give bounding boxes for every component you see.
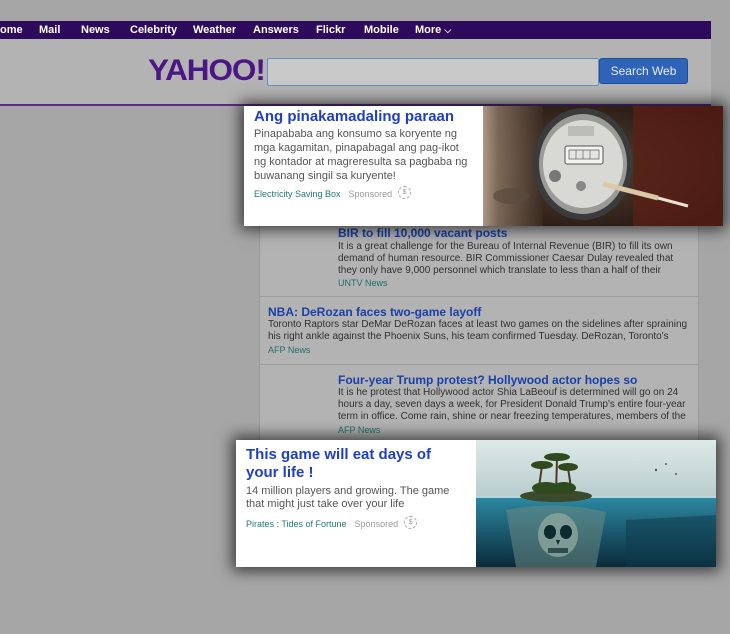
nav-item-mail[interactable]: Mail xyxy=(39,24,60,36)
news-feed: BIR to fill 10,000 vacant posts It is a … xyxy=(259,200,699,446)
nav-item-weather[interactable]: Weather xyxy=(193,24,236,36)
electric-meter-image xyxy=(483,106,723,226)
feed-item-body: It is he protest that Hollywood actor Sh… xyxy=(338,387,686,422)
feed-item-title[interactable]: BIR to fill 10,000 vacant posts xyxy=(338,226,507,240)
ad-title[interactable]: Ang pinakamadaling paraan xyxy=(254,108,454,125)
sponsored-info-icon[interactable]: $ xyxy=(404,516,418,530)
ad-source[interactable]: Electricity Saving Box xyxy=(254,189,341,199)
sponsored-info-icon[interactable]: $ xyxy=(398,186,412,200)
sponsored-ad[interactable]: This game will eat days of your life ! 1… xyxy=(236,440,716,567)
skull-icon xyxy=(538,513,578,557)
nav-item-celebrity[interactable]: Celebrity xyxy=(130,24,177,36)
nav-item-home[interactable]: ome xyxy=(0,24,23,36)
feed-item-body: It is a great challenge for the Bureau o… xyxy=(338,241,674,276)
feed-item-source[interactable]: AFP News xyxy=(268,345,310,355)
nav-item-flickr[interactable]: Flickr xyxy=(316,24,345,36)
ad-description: 14 million players and growing. The game… xyxy=(246,485,450,510)
feed-item-source[interactable]: UNTV News xyxy=(338,278,388,288)
yahoo-logo[interactable]: YAHOO! xyxy=(148,54,266,88)
nav-item-more[interactable]: More ⌵ xyxy=(415,24,451,36)
sponsored-ad[interactable]: Ang pinakamadaling paraan Pinapababa ang… xyxy=(244,106,723,226)
pirate-island-skull-image xyxy=(476,440,716,567)
feed-item-body: Toronto Raptors star DeMar DeRozan faces… xyxy=(268,319,688,342)
ad-source[interactable]: Pirates : Tides of Fortune xyxy=(246,519,347,529)
sponsored-label: Sponsored xyxy=(348,189,393,199)
feed-item[interactable]: Four-year Trump protest? Hollywood actor… xyxy=(260,365,698,445)
feed-item-title[interactable]: NBA: DeRozan faces two-game layoff xyxy=(268,305,481,319)
ad-meta: Electricity Saving Box Sponsored $ xyxy=(254,184,412,202)
feed-item-source[interactable]: AFP News xyxy=(338,425,380,435)
nav-more-label: More xyxy=(415,24,442,36)
feed-item-title[interactable]: Four-year Trump protest? Hollywood actor… xyxy=(338,373,637,387)
ad-image-electric-meter[interactable] xyxy=(483,106,723,226)
chevron-down-icon: ⌵ xyxy=(444,25,452,35)
feed-item[interactable]: NBA: DeRozan faces two-game layoff Toron… xyxy=(260,297,698,363)
nav-item-answers[interactable]: Answers xyxy=(253,24,299,36)
nav-item-news[interactable]: News xyxy=(81,24,110,36)
ad-description: Pinapababa ang konsumo sa koryente ng mg… xyxy=(254,128,468,182)
ad-title[interactable]: This game will eat days of your life ! xyxy=(246,446,466,482)
search-web-button[interactable]: Search Web xyxy=(599,58,688,84)
nav-item-mobile[interactable]: Mobile xyxy=(364,24,399,36)
ad-meta: Pirates : Tides of Fortune Sponsored $ xyxy=(246,514,418,532)
sponsored-label: Sponsored xyxy=(354,519,399,529)
ad-image-pirate-island[interactable] xyxy=(476,440,716,567)
top-nav: ome Mail News Celebrity Weather Answers … xyxy=(0,21,711,39)
search-input[interactable] xyxy=(267,58,599,86)
